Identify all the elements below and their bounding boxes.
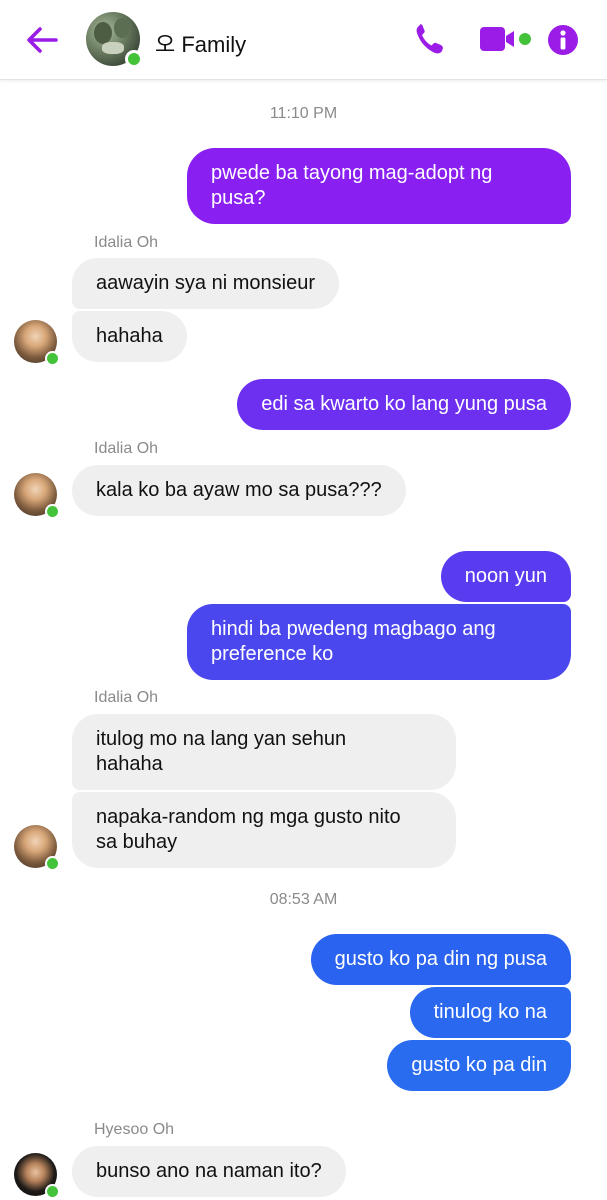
phone-icon[interactable] (414, 22, 446, 56)
outgoing-message[interactable]: gusto ko pa din (387, 1040, 571, 1091)
arrow-left-icon[interactable] (24, 22, 60, 58)
avatar-idalia[interactable] (14, 825, 60, 871)
sender-name: Idalia Oh (94, 440, 159, 457)
outgoing-message[interactable]: pwede ba tayong mag-adopt ng pusa? (187, 148, 571, 224)
incoming-message[interactable]: itulog mo na lang yan sehun hahaha (72, 714, 456, 790)
outgoing-message[interactable]: noon yun (440, 551, 571, 602)
incoming-message[interactable]: hahaha (72, 311, 187, 362)
sender-name: Hyesoo Oh (94, 1121, 175, 1138)
video-camera-icon[interactable] (480, 27, 532, 53)
online-status-indicator (45, 351, 60, 366)
online-status-indicator (45, 856, 60, 871)
outgoing-message[interactable]: hindi ba pwedeng magbago ang preference … (187, 604, 571, 680)
avatar-idalia[interactable] (14, 320, 60, 366)
message-timestamp: 11:10 PM (269, 105, 338, 122)
online-status-indicator (45, 504, 60, 519)
outgoing-message[interactable]: tinulog ko na (409, 987, 571, 1038)
message-timestamp: 08:53 AM (269, 891, 338, 908)
incoming-message[interactable]: bunso ano na naman ito? (72, 1146, 346, 1197)
chat-title[interactable]: 오 Family (155, 27, 246, 59)
sender-name: Idalia Oh (94, 689, 159, 706)
incoming-message[interactable]: napaka-random ng mga gusto nito sa buhay (72, 792, 456, 868)
group-avatar[interactable] (86, 12, 143, 68)
incoming-message[interactable]: kala ko ba ayaw mo sa pusa??? (72, 465, 406, 516)
avatar-hyesoo[interactable] (14, 1153, 60, 1199)
info-icon[interactable] (547, 24, 579, 56)
online-status-indicator (125, 50, 143, 68)
chat-header: 오 Family (0, 0, 607, 80)
outgoing-message[interactable]: gusto ko pa din ng pusa (310, 934, 571, 985)
avatar-idalia[interactable] (14, 473, 60, 519)
incoming-message[interactable]: aawayin sya ni monsieur (72, 258, 339, 309)
outgoing-message[interactable]: edi sa kwarto ko lang yung pusa (237, 379, 571, 430)
sender-name: Idalia Oh (94, 234, 159, 251)
online-status-indicator (45, 1184, 60, 1199)
